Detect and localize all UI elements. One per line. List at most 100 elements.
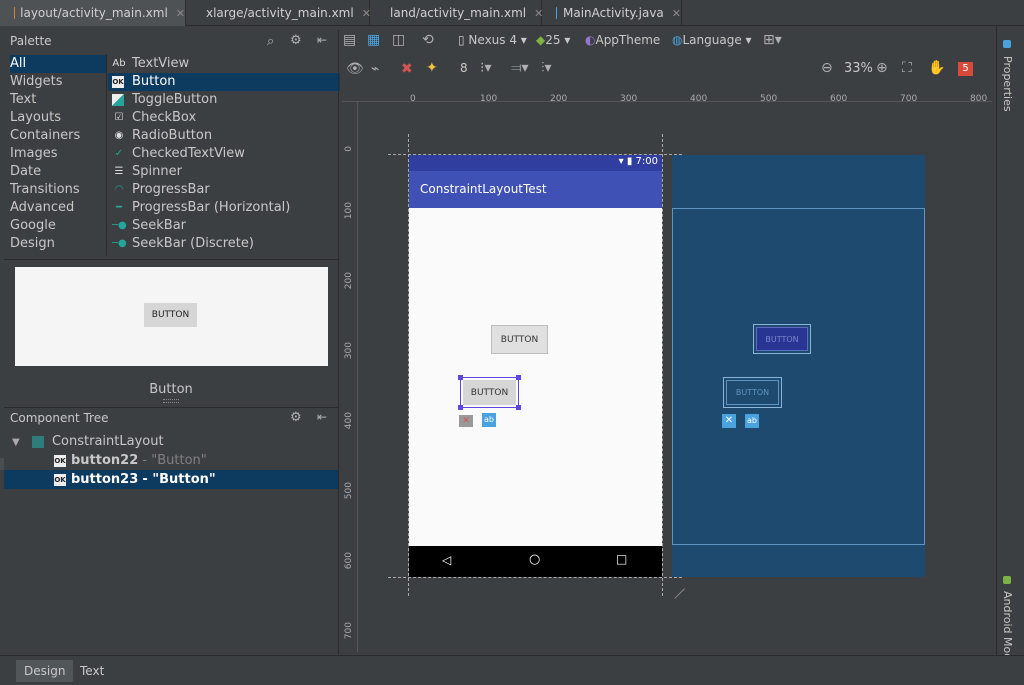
radio-icon: ◉ — [114, 130, 124, 141]
resize-handle[interactable] — [516, 375, 521, 380]
autoconnect-icon[interactable]: ⌁ — [371, 61, 379, 77]
tab-layout-activity-main[interactable]: layout/activity_main.xml ✕ — [0, 0, 186, 26]
delete-constraints-icon[interactable]: ✕ — [459, 415, 473, 427]
palette-item-textview[interactable]: Ab TextView — [108, 55, 340, 73]
eye-icon[interactable]: 👁 — [346, 61, 364, 77]
button22-preview[interactable]: BUTTON — [491, 325, 548, 354]
palette-item-label: SeekBar — [132, 218, 187, 233]
palette-category-all[interactable]: All — [10, 55, 106, 73]
blueprint-view-icon[interactable]: ▦ — [367, 32, 380, 48]
zoom-out-icon[interactable]: ⊖ — [821, 60, 833, 76]
palette-item-seekbar[interactable]: ─● SeekBar — [108, 217, 340, 235]
palette-category-advanced[interactable]: Advanced — [10, 199, 106, 217]
close-icon[interactable]: ✕ — [672, 7, 681, 20]
palette-category-containers[interactable]: Containers — [10, 127, 106, 145]
tab-xlarge-activity-main[interactable]: xlarge/activity_main.xml ✕ — [186, 0, 371, 26]
palette-item-label: CheckBox — [132, 110, 197, 125]
infer-constraints-icon[interactable]: ✦ — [426, 60, 438, 76]
api-selector[interactable]: ◆25 ▾ — [536, 33, 570, 47]
status-bar: ▾ ▮ 7:00 — [409, 155, 662, 171]
resize-handle[interactable] — [458, 405, 463, 410]
palette-item-button[interactable]: OK Button — [108, 73, 340, 91]
panel-splitter[interactable] — [338, 30, 339, 655]
progress-icon: ◠ — [114, 184, 124, 195]
tree-row-button22[interactable]: OK button22 - "Button" — [54, 451, 338, 470]
ruler-tick: 600 — [830, 94, 848, 104]
palette-item-checkedtextview[interactable]: ✓ CheckedTextView — [108, 145, 340, 163]
palette-item-checkbox[interactable]: ☑ CheckBox — [108, 109, 340, 127]
zoom-in-icon[interactable]: ⊕ — [876, 60, 888, 76]
palette-item-seekbar-discrete[interactable]: ─● SeekBar (Discrete) — [108, 235, 340, 253]
home-icon[interactable]: ○ — [529, 552, 540, 567]
hide-panel-icon[interactable]: ⇤ — [317, 410, 327, 424]
tab-design[interactable]: Design — [16, 660, 74, 682]
close-icon[interactable]: ✕ — [176, 7, 185, 20]
tab-text[interactable]: Text — [72, 660, 112, 682]
device-selector[interactable]: ▯ Nexus 4 ▾ — [458, 33, 527, 47]
palette-category-design[interactable]: Design — [10, 235, 106, 253]
baseline-icon[interactable]: ab — [482, 413, 496, 427]
palette-category-transitions[interactable]: Transitions — [10, 181, 106, 199]
guidelines-icon[interactable]: ⫶▾ — [541, 60, 552, 76]
palette-category-text[interactable]: Text — [10, 91, 106, 109]
palette-item-spinner[interactable]: ☰ Spinner — [108, 163, 340, 181]
warnings-badge[interactable]: 5 — [958, 62, 973, 76]
gear-icon[interactable]: ⚙ — [290, 410, 302, 425]
palette-category-layouts[interactable]: Layouts — [10, 109, 106, 127]
zoom-fit-icon[interactable]: ⛶ — [902, 60, 912, 76]
palette-item-radiobutton[interactable]: ◉ RadioButton — [108, 127, 340, 145]
tree-label: ConstraintLayout — [51, 434, 164, 449]
design-view-icon[interactable]: ▤ — [343, 32, 356, 48]
clear-constraints-icon[interactable]: ✖ — [401, 61, 413, 77]
hide-panel-icon[interactable]: ⇤ — [317, 33, 327, 47]
resize-handle[interactable] — [516, 405, 521, 410]
palette-item-progressbar-horizontal[interactable]: ━ ProgressBar (Horizontal) — [108, 199, 340, 217]
palette-item-progressbar[interactable]: ◠ ProgressBar — [108, 181, 340, 199]
align-icon[interactable]: ⫤▾ — [511, 60, 529, 76]
properties-tool-button[interactable]: Properties — [1001, 56, 1014, 112]
button23-preview[interactable]: BUTTON — [463, 380, 516, 405]
search-icon[interactable]: ⌕ — [267, 34, 274, 49]
pan-icon[interactable]: ✋ — [928, 60, 945, 76]
orientation-icon[interactable]: ⟲ — [422, 32, 434, 48]
gear-icon[interactable]: ⚙ — [290, 33, 302, 48]
layout-variants-icon[interactable]: ⊞▾ — [763, 32, 782, 48]
resize-handle[interactable] — [458, 375, 463, 380]
status-time: ▾ ▮ 7:00 — [619, 156, 658, 167]
palette-category-widgets[interactable]: Widgets — [10, 73, 106, 91]
pack-icon[interactable]: ⁝▾ — [480, 60, 491, 76]
palette-category-date[interactable]: Date — [10, 163, 106, 181]
device-screen[interactable]: ▾ ▮ 7:00 ConstraintLayoutTest BUTTON BUT… — [409, 155, 662, 577]
constraint-layout-icon — [31, 435, 44, 448]
tree-row-button23[interactable]: OK button23 - "Button" — [4, 470, 338, 489]
theme-label: AppTheme — [595, 33, 661, 47]
app-bar: ConstraintLayoutTest — [409, 171, 662, 208]
tree-row-constraintlayout[interactable]: ▼ ConstraintLayout — [12, 432, 338, 451]
delete-constraints-icon[interactable]: ✕ — [722, 414, 736, 428]
toggle-icon — [112, 94, 124, 106]
resize-handle[interactable] — [163, 399, 179, 403]
recents-icon[interactable]: □ — [616, 552, 627, 566]
blueprint-button22[interactable]: BUTTON — [756, 327, 808, 351]
default-margin[interactable]: 8 — [460, 61, 468, 75]
expand-arrow-icon[interactable]: ▼ — [12, 437, 20, 448]
palette-item-label: SeekBar (Discrete) — [132, 236, 254, 251]
tab-mainactivity-java[interactable]: MainActivity.java ✕ — [542, 0, 682, 26]
palette-category-google[interactable]: Google — [10, 217, 106, 235]
baseline-icon[interactable]: ab — [745, 414, 759, 428]
blueprint-button23[interactable]: BUTTON — [726, 380, 779, 405]
palette-category-images[interactable]: Images — [10, 145, 106, 163]
palette-item-label: TextView — [132, 56, 190, 71]
palette-item-togglebutton[interactable]: ToggleButton — [108, 91, 340, 109]
language-selector[interactable]: ◍Language ▾ — [672, 33, 752, 47]
palette-item-label: ToggleButton — [132, 92, 218, 107]
tab-land-activity-main[interactable]: land/activity_main.xml ✕ — [370, 0, 543, 26]
ruler-tick: 200 — [550, 94, 568, 104]
both-views-icon[interactable]: ◫ — [392, 32, 405, 48]
blueprint-view[interactable]: BUTTON BUTTON ✕ ab — [672, 155, 925, 577]
ruler-tick: 100 — [480, 94, 498, 104]
battery-icon: ▮ — [626, 156, 633, 167]
theme-selector[interactable]: ◐AppTheme — [585, 33, 660, 47]
palette-divider — [106, 54, 107, 256]
back-icon[interactable]: ◁ — [442, 553, 451, 567]
